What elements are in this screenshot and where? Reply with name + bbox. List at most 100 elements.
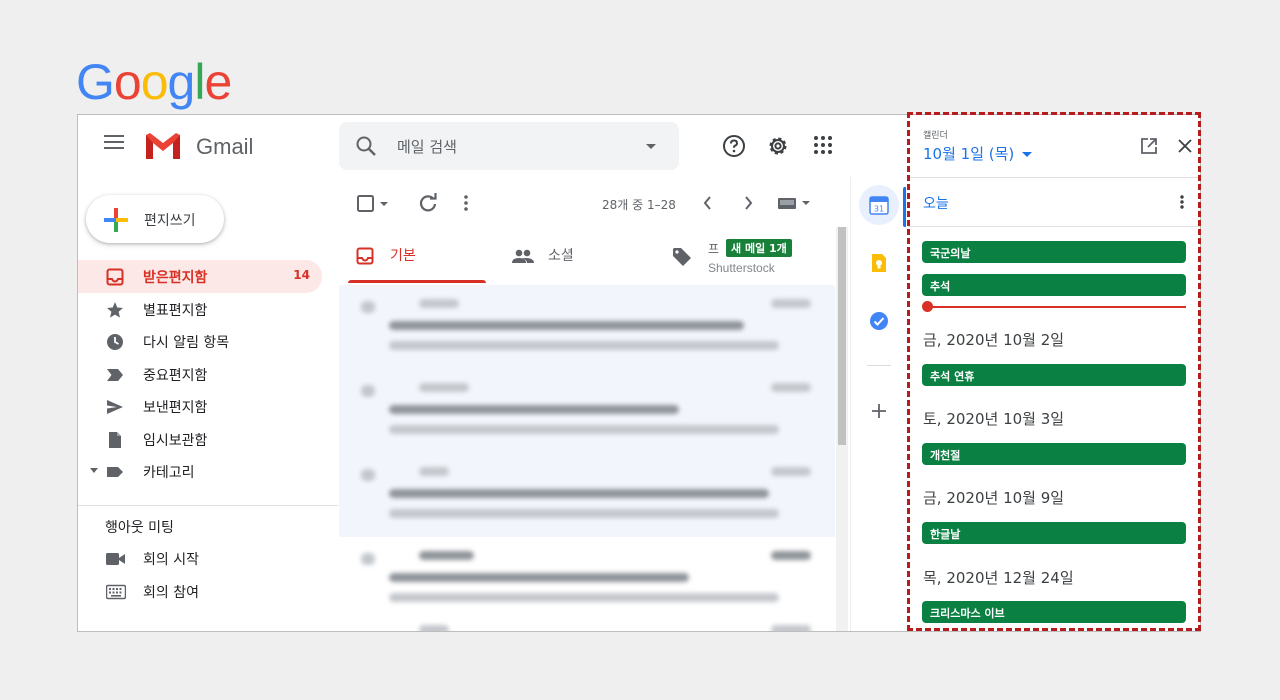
day-heading: 토, 2020년 10월 3일 [923,410,1065,428]
day-heading: 금, 2020년 10월 2일 [923,331,1065,349]
logo-letter: e [204,54,232,110]
scrollbar-thumb[interactable] [838,227,846,445]
calendar-event[interactable]: 개천절 [922,443,1186,465]
sidebar-item-label: 받은편지함 [143,270,208,286]
date-dropdown-icon[interactable] [1022,152,1032,157]
keyboard-icon [106,584,126,600]
message-row[interactable] [339,621,835,631]
calendar-event[interactable]: 국군의날 [922,241,1186,263]
message-row[interactable] [339,453,835,537]
page-range: 28개 중 1–28 [602,198,676,212]
select-all-checkbox-icon[interactable] [356,189,390,217]
promotions-tab-label: 프 [708,242,720,256]
sidebar-item-snoozed[interactable]: 다시 알림 항목 [78,325,322,358]
search-options-caret-icon[interactable] [646,144,656,149]
important-icon [107,368,123,381]
open-in-new-icon[interactable] [1140,137,1158,155]
label-icon [107,467,123,477]
message-row[interactable] [339,285,835,369]
sidebar-item-inbox[interactable]: 받은편지함 14 [78,260,322,293]
today-button[interactable]: 오늘 [923,193,949,213]
inbox-icon [356,247,374,265]
video-camera-icon [106,553,125,565]
gmail-header: Gmail [78,115,908,177]
rail-selection-indicator [903,187,906,227]
message-row[interactable] [339,369,835,453]
calendar-event[interactable]: 한글날 [922,522,1186,544]
input-tools-keyboard-icon[interactable] [776,189,814,217]
older-chevron-right-icon[interactable] [738,189,758,217]
people-icon [512,249,534,263]
start-meeting-label: 회의 시작 [143,552,199,568]
compose-button[interactable]: 편지쓰기 [86,195,224,243]
tasks-app-button[interactable] [859,301,899,341]
join-meeting-label: 회의 참여 [143,585,199,601]
star-icon [107,301,123,318]
tasks-icon [870,312,888,330]
logo-letter: l [194,54,205,110]
message-list [339,285,835,631]
keep-icon [872,254,886,272]
search-icon[interactable] [355,135,377,157]
calendar-panel-label: 캘린더 [923,131,948,141]
sidebar-item-label: 카테고리 [143,465,195,481]
panel-divider [908,226,1200,227]
tab-label: 기본 [390,248,416,264]
active-tab-indicator [348,280,486,283]
add-addon-plus-icon[interactable] [871,403,887,419]
sidebar-item-drafts[interactable]: 임시보관함 [78,423,322,456]
logo-letter: o [140,54,169,110]
calendar-icon: 31 [869,196,889,215]
search-box[interactable] [339,122,679,170]
calendar-event[interactable]: 추석 [922,274,1186,296]
search-input[interactable] [395,134,629,160]
tab-primary[interactable]: 기본 [348,229,486,283]
message-list-scrollbar[interactable] [836,227,848,631]
rail-divider [867,365,891,366]
more-vertical-icon[interactable] [1178,193,1186,211]
keep-app-button[interactable] [859,243,899,283]
calendar-event[interactable]: 크리스마스 이브 [922,601,1186,623]
close-icon[interactable] [1178,139,1192,153]
refresh-icon[interactable] [416,189,440,217]
main-menu-icon[interactable] [104,135,124,151]
sidebar-item-label: 별표편지함 [143,302,208,319]
tab-social[interactable]: 소셜 [512,229,662,283]
more-vertical-icon[interactable] [458,189,474,217]
calendar-date-picker[interactable]: 10월 1일 (목) [923,143,1014,164]
tab-label: 소셜 [548,248,574,264]
hangouts-title: 행아웃 미팅 [105,520,174,536]
sidebar-item-starred[interactable]: 별표편지함 [78,293,322,326]
sidebar-item-important[interactable]: 중요편지함 [78,358,322,391]
apps-grid-icon[interactable] [812,134,834,156]
sidebar-item-label: 다시 알림 항목 [143,335,230,351]
join-meeting-button[interactable]: 회의 참여 [78,577,338,607]
calendar-event[interactable]: 추석 연휴 [922,364,1186,386]
newer-chevron-left-icon[interactable] [698,189,718,217]
sidebar-item-sent[interactable]: 보낸편지함 [78,390,322,423]
day-heading: 목, 2020년 12월 24일 [923,569,1074,587]
unread-count: 14 [293,268,310,282]
clock-icon [107,334,123,350]
message-row[interactable] [339,537,835,621]
help-icon[interactable] [722,134,746,158]
gmail-window: Gmail 메일 검색 편지쓰기 받은편지함 14 별표편지함 다시 알림 항목… [77,114,1201,632]
logo-letter: g [167,54,196,110]
sidebar-item-label: 임시보관함 [143,432,208,449]
logo-letter: o [113,54,142,110]
calendar-app-button[interactable]: 31 [859,185,899,225]
plus-icon [104,208,128,232]
side-panel-rail: 31 [850,177,909,631]
start-meeting-button[interactable]: 회의 시작 [78,544,338,574]
panel-divider [908,177,1200,178]
gmail-logo-icon[interactable] [144,131,182,161]
logo-letter: G [76,54,115,110]
sidebar-item-label: 중요편지함 [143,367,208,384]
compose-label: 편지쓰기 [144,213,196,229]
sidebar-nav: 받은편지함 14 별표편지함 다시 알림 항목 중요편지함 보낸편지함 임시보관… [78,260,338,488]
tag-icon [673,248,691,266]
expand-arrow-icon[interactable] [90,468,98,473]
google-logo: Google [76,52,232,112]
settings-gear-icon[interactable] [766,134,790,158]
sidebar-item-categories[interactable]: 카테고리 [78,455,322,488]
